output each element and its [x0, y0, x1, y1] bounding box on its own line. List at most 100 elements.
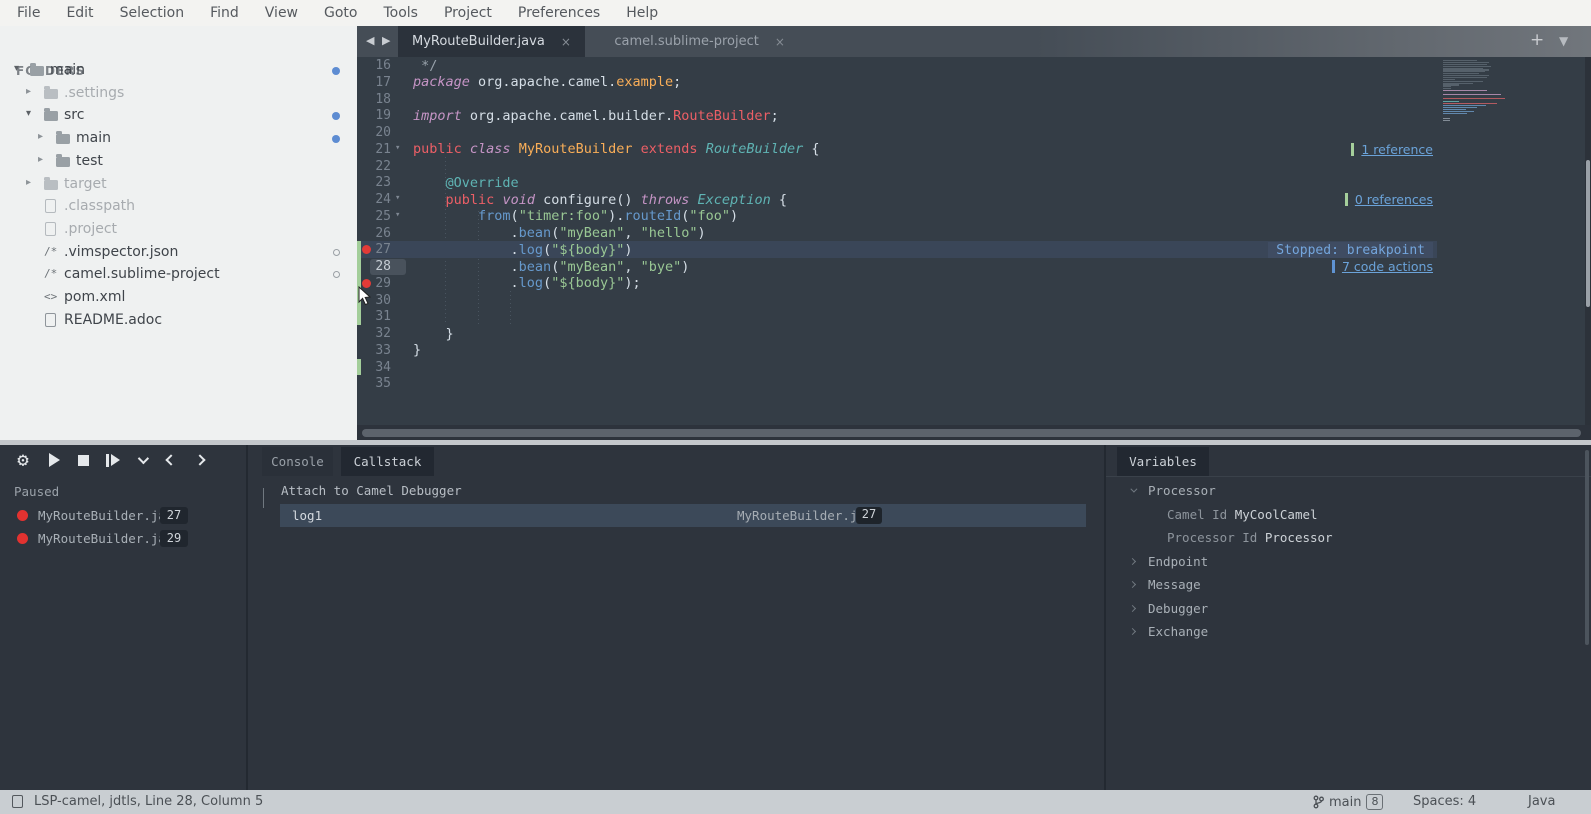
chevron-down-icon[interactable] [129, 447, 155, 473]
variable-group-debugger[interactable]: Debugger [1106, 598, 1591, 621]
tab-scroll-left-icon[interactable]: ◀ [366, 34, 374, 47]
sidebar-item-target[interactable]: ▸target [0, 173, 357, 196]
chevron-collapsed-icon[interactable]: ▸ [26, 86, 31, 97]
breakpoint-list-item[interactable]: MyRouteBuilder.java29 [0, 528, 246, 550]
sidebar-item-pom-xml[interactable]: <>pom.xml [0, 286, 357, 309]
editor-horizontal-scrollbar[interactable] [357, 425, 1591, 440]
chevron-down-icon[interactable] [1130, 486, 1137, 493]
tab-camel-sublime-project[interactable]: camel.sublime-project× [600, 26, 799, 57]
sidebar-item--classpath[interactable]: .classpath [0, 195, 357, 218]
callstack-frame-row[interactable]: log1 MyRouteBuilder.java 27 [280, 504, 1086, 527]
callstack-thread[interactable]: Attach to Camel Debugger [281, 483, 462, 498]
scrollbar-thumb[interactable] [1586, 160, 1590, 307]
fold-arrow-icon[interactable]: ▾ [395, 210, 400, 220]
line-number: 25 [365, 209, 391, 224]
chevron-collapsed-icon[interactable]: ▸ [38, 154, 43, 165]
code-line-26[interactable]: 26 .bean("myBean", "hello") [357, 225, 1591, 242]
variable-group-endpoint[interactable]: Endpoint [1106, 551, 1591, 574]
code-line-18[interactable]: 18 [357, 91, 1591, 108]
stop-icon[interactable] [70, 447, 96, 473]
sidebar-item-label: .classpath [64, 198, 135, 214]
tab-variables[interactable]: Variables [1117, 447, 1209, 476]
play-icon[interactable] [41, 447, 67, 473]
menu-goto[interactable]: Goto [311, 0, 370, 26]
sidebar-item--vimspector-json[interactable]: /*.vimspector.json [0, 241, 357, 264]
tab-scroll-right-icon[interactable]: ▶ [382, 34, 390, 47]
breakpoint-list-item[interactable]: MyRouteBuilder.java27 [0, 505, 246, 527]
variable-group-processor[interactable]: Processor [1106, 480, 1591, 503]
sidebar-item-test[interactable]: ▸test [0, 150, 357, 173]
code-line-32[interactable]: 32 } [357, 325, 1591, 342]
menu-file[interactable]: File [4, 0, 53, 26]
code-line-17[interactable]: 17package org.apache.camel.example; [357, 74, 1591, 91]
new-tab-icon[interactable]: + [1530, 30, 1544, 50]
sidebar-item-main[interactable]: ▾main [0, 59, 357, 82]
code-line-16[interactable]: 16 */ [357, 57, 1591, 74]
menu-project[interactable]: Project [431, 0, 505, 26]
code-line-30[interactable]: 30 [357, 292, 1591, 309]
variable-item[interactable]: Camel Id MyCoolCamel [1106, 504, 1591, 527]
chevron-collapsed-icon[interactable]: ▸ [38, 131, 43, 142]
editor-vertical-scrollbar[interactable] [1585, 57, 1591, 425]
code-line-22[interactable]: 22 [357, 158, 1591, 175]
sidebar-item--project[interactable]: .project [0, 218, 357, 241]
close-icon[interactable]: × [561, 35, 571, 49]
status-language[interactable]: Java [1528, 794, 1555, 809]
menu-preferences[interactable]: Preferences [505, 0, 613, 26]
sidebar-item-readme-adoc[interactable]: README.adoc [0, 309, 357, 332]
minimap[interactable] [1437, 60, 1513, 360]
lsp-annotation-link[interactable]: 1 reference [1351, 142, 1433, 157]
chevron-down-icon[interactable] [263, 488, 264, 507]
chevron-right-icon[interactable] [1129, 557, 1136, 564]
code-line-19[interactable]: 19import org.apache.camel.builder.RouteB… [357, 107, 1591, 124]
close-icon[interactable]: × [775, 35, 785, 49]
lsp-annotation-link[interactable]: 7 code actions [1332, 259, 1433, 274]
chevron-expanded-icon[interactable]: ▾ [26, 108, 31, 119]
menu-tools[interactable]: Tools [370, 0, 431, 26]
menu-edit[interactable]: Edit [53, 0, 106, 26]
chevron-expanded-icon[interactable]: ▾ [14, 63, 19, 74]
variable-group-message[interactable]: Message [1106, 574, 1591, 597]
tab-callstack[interactable]: Callstack [341, 447, 434, 476]
variable-group-exchange[interactable]: Exchange [1106, 621, 1591, 644]
changed-line-marker [357, 308, 361, 325]
menu-help[interactable]: Help [613, 0, 671, 26]
code-line-31[interactable]: 31 [357, 308, 1591, 325]
fold-arrow-icon[interactable]: ▾ [395, 193, 400, 203]
status-square-icon[interactable] [12, 795, 23, 808]
code-line-25[interactable]: 25▾ from("timer:foo").routeId("foo") [357, 208, 1591, 225]
sidebar-item--settings[interactable]: ▸.settings [0, 82, 357, 105]
lsp-annotation-link[interactable]: 0 references [1345, 192, 1433, 207]
tab-myroutebuilder-java[interactable]: MyRouteBuilder.java× [398, 26, 585, 57]
git-branch-indicator[interactable]: main 8 [1313, 794, 1383, 810]
chevron-collapsed-icon[interactable]: ▸ [26, 177, 31, 188]
gear-icon[interactable]: ⚙ [10, 447, 36, 473]
sidebar-item-src[interactable]: ▾src [0, 104, 357, 127]
code-editor[interactable]: 16 */17package org.apache.camel.example;… [357, 57, 1591, 425]
menu-selection[interactable]: Selection [107, 0, 198, 26]
step-icon[interactable] [100, 447, 126, 473]
menu-view[interactable]: View [252, 0, 311, 26]
code-line-20[interactable]: 20 [357, 124, 1591, 141]
fold-arrow-icon[interactable]: ▾ [395, 143, 400, 153]
chevron-right-icon[interactable] [1129, 628, 1136, 635]
variables-scrollbar[interactable] [1585, 450, 1589, 645]
menu-find[interactable]: Find [197, 0, 252, 26]
code-line-35[interactable]: 35 [357, 375, 1591, 392]
chevron-left-icon[interactable] [158, 447, 184, 473]
code-line-23[interactable]: 23 @Override [357, 174, 1591, 191]
tab-overflow-icon[interactable]: ▼ [1559, 34, 1568, 48]
code-line-33[interactable]: 33} [357, 342, 1591, 359]
code-line-34[interactable]: 34 [357, 359, 1591, 376]
chevron-right-icon[interactable] [1129, 604, 1136, 611]
tab-console[interactable]: Console [262, 447, 333, 476]
sidebar-item-camel-sublime-project[interactable]: /*camel.sublime-project [0, 263, 357, 286]
branch-name: main [1329, 795, 1361, 810]
status-spaces[interactable]: Spaces: 4 [1413, 794, 1476, 809]
chevron-right-icon[interactable] [187, 447, 213, 473]
code-line-29[interactable]: 29 .log("${body}"); [357, 275, 1591, 292]
sidebar-item-main[interactable]: ▸main [0, 127, 357, 150]
chevron-right-icon[interactable] [1129, 581, 1136, 588]
scrollbar-thumb[interactable] [362, 429, 1581, 437]
variable-item[interactable]: Processor Id Processor [1106, 527, 1591, 550]
